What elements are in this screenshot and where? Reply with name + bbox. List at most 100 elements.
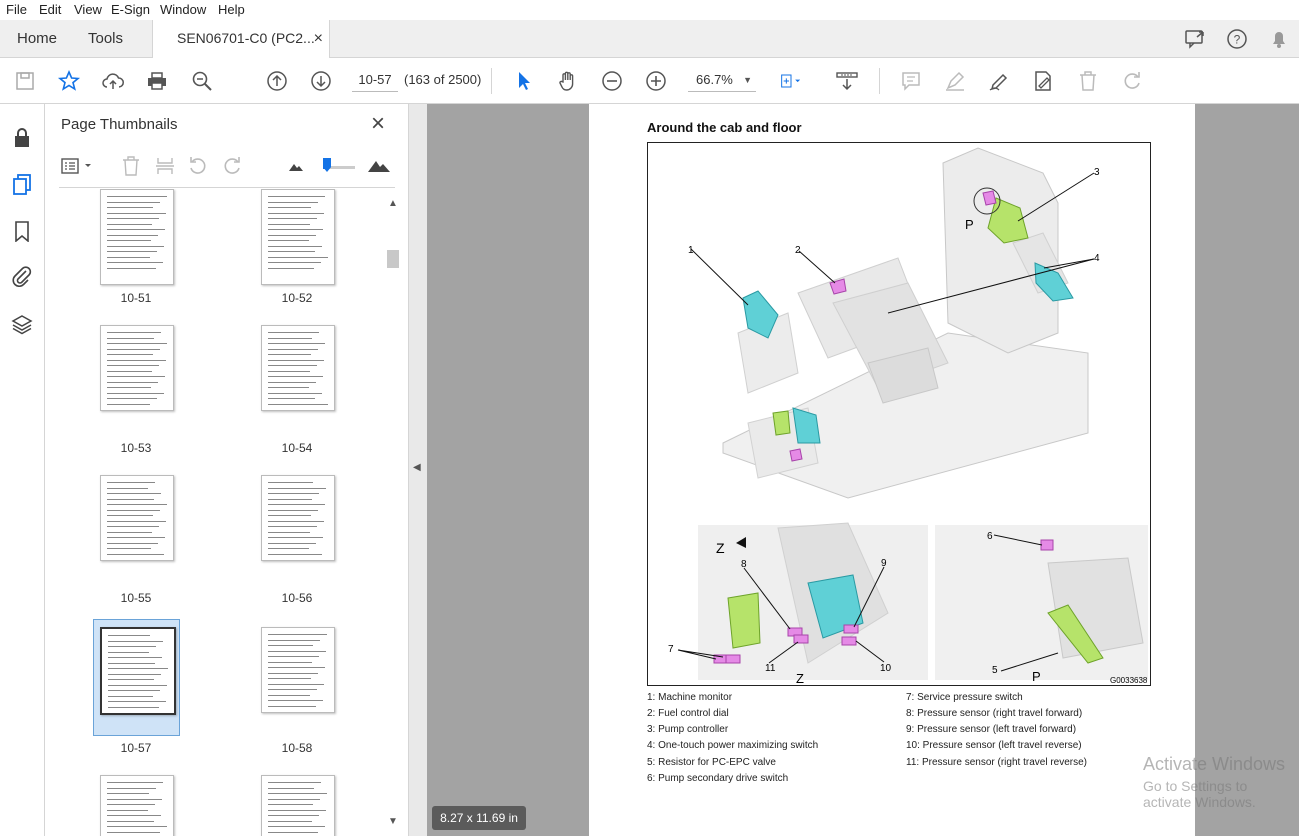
extract-page-icon[interactable] [154, 155, 176, 177]
page-thumbnail-10-53[interactable] [100, 325, 174, 411]
thumbnail-text-line [268, 798, 320, 800]
zoom-in-icon[interactable] [644, 69, 668, 93]
page-thumbnail-10-51[interactable] [100, 189, 174, 285]
rotate-right-icon[interactable] [221, 155, 243, 177]
thumbnail-scrollbar[interactable]: ▲ ▼ [386, 196, 400, 832]
thumbnail-text-line [268, 365, 317, 366]
fit-page-icon[interactable] [779, 69, 815, 93]
edit-document-icon[interactable] [1031, 69, 1055, 93]
thumbnail-text-line [268, 667, 325, 668]
star-icon[interactable] [57, 69, 81, 93]
thumbnail-text-line [107, 343, 167, 344]
hand-tool-icon[interactable] [556, 69, 580, 93]
activation-watermark-title: Activate Windows [1143, 754, 1286, 774]
menu-edit[interactable]: Edit [39, 2, 61, 17]
panel-close-button[interactable]: × [371, 110, 385, 138]
thumbnail-text-line [107, 809, 148, 811]
thumbnail-text-line [268, 201, 318, 203]
legend-item: 1: Machine monitor [647, 692, 733, 703]
page-thumbnail-10-54[interactable] [261, 325, 335, 411]
next-page-icon[interactable] [309, 69, 333, 93]
thumbnail-text-line [268, 700, 323, 701]
delete-icon[interactable] [1076, 69, 1100, 93]
thumbnail-text-line [107, 223, 152, 225]
previous-page-icon[interactable] [265, 69, 289, 93]
menu-window[interactable]: Window [160, 2, 206, 17]
share-icon[interactable] [1183, 27, 1207, 51]
zoom-select[interactable]: 66.7% ▼ [688, 69, 756, 92]
thumbnail-text-line [107, 256, 150, 258]
comment-icon[interactable] [899, 69, 923, 93]
thumbnail-text-line [268, 240, 309, 241]
thumbnail-text-line [107, 509, 160, 511]
thumbnail-text-line [268, 509, 318, 511]
page-thumbnails-icon[interactable] [11, 173, 33, 195]
page-thumbnail-10-52[interactable] [261, 189, 335, 285]
chevron-down-icon: ▼ [743, 75, 752, 85]
thumbnail-text-line [268, 537, 323, 538]
select-arrow-icon[interactable] [512, 69, 536, 93]
collapse-panel-icon[interactable]: ◀ [413, 462, 421, 473]
page-thumbnail-10-58[interactable] [261, 627, 335, 713]
thumbnail-text-line [268, 376, 323, 377]
thumbnail-options-icon[interactable] [59, 155, 95, 177]
callout-5: 5 [992, 665, 998, 676]
zoom-out-icon[interactable] [600, 69, 624, 93]
cloud-upload-icon[interactable] [101, 69, 125, 93]
legend-item: 11: Pressure sensor (right travel revers… [906, 757, 1087, 768]
thumbnail-text-line [268, 809, 326, 811]
scroll-down-icon[interactable]: ▼ [388, 816, 398, 827]
tab-bar: Home Tools SEN06701-C0 (PC2... × ? [0, 20, 1299, 58]
layers-icon[interactable] [11, 313, 33, 335]
panel-title: Page Thumbnails [61, 116, 178, 133]
thumbnail-text-line [268, 207, 311, 208]
callout-1: 1 [688, 245, 694, 256]
thumbnail-text-line [108, 646, 156, 647]
page-thumbnail-10-57[interactable] [100, 627, 176, 715]
tab-document[interactable]: SEN06701-C0 (PC2... × [152, 20, 330, 58]
thumbnail-text-line [268, 223, 310, 225]
legend-item: 8: Pressure sensor (right travel forward… [906, 708, 1083, 719]
attachment-icon[interactable] [11, 265, 33, 287]
sign-pen-icon[interactable] [987, 69, 1011, 93]
lock-icon[interactable] [11, 126, 33, 148]
scrollbar-thumb[interactable] [387, 250, 399, 268]
thumbnail-text-line [107, 520, 166, 522]
callout-7: 7 [668, 644, 674, 655]
page-thumbnail-10-56[interactable] [261, 475, 335, 561]
thumbnail-text-line [108, 679, 154, 680]
large-mountain-icon[interactable] [367, 156, 391, 174]
menu-file[interactable]: File [6, 2, 27, 17]
page-number-input[interactable]: 10-57 [352, 69, 398, 92]
highlight-pen-icon[interactable] [943, 69, 967, 93]
page-thumbnail[interactable] [100, 775, 174, 836]
thumbnail-size-slider[interactable] [313, 156, 355, 176]
small-mountain-icon[interactable] [288, 159, 304, 173]
menu-view[interactable]: View [74, 2, 102, 17]
save-icon[interactable] [13, 69, 37, 93]
help-icon[interactable]: ? [1225, 27, 1249, 51]
rotate-left-icon[interactable] [187, 155, 209, 177]
scroll-up-icon[interactable]: ▲ [388, 198, 398, 209]
print-icon[interactable] [145, 69, 169, 93]
thumbnail-text-line [268, 634, 327, 635]
page-size-badge: 8.27 x 11.69 in [432, 806, 526, 830]
panel-splitter[interactable]: ◀ [408, 104, 428, 836]
thumbnail-text-line [107, 398, 157, 399]
thumbnail-text-line [268, 251, 315, 252]
bookmark-icon[interactable] [11, 220, 33, 243]
redo-icon[interactable] [1120, 69, 1144, 93]
tab-tools[interactable]: Tools [88, 20, 123, 57]
menu-esign[interactable]: E-Sign [111, 2, 150, 17]
delete-page-icon[interactable] [120, 155, 142, 177]
page-thumbnail-10-55[interactable] [100, 475, 174, 561]
page-thumbnail[interactable] [261, 775, 335, 836]
thumbnail-list: 10-51 10-52 10-53 10-54 10-55 10-56 10-5… [45, 189, 385, 836]
bell-icon[interactable] [1267, 27, 1291, 51]
scroll-mode-icon[interactable] [835, 69, 859, 93]
tab-close-button[interactable]: × [314, 20, 323, 57]
thumbnail-text-line [107, 537, 165, 538]
menu-help[interactable]: Help [218, 2, 245, 17]
tab-home[interactable]: Home [17, 20, 57, 57]
zoom-search-icon[interactable] [190, 69, 214, 93]
